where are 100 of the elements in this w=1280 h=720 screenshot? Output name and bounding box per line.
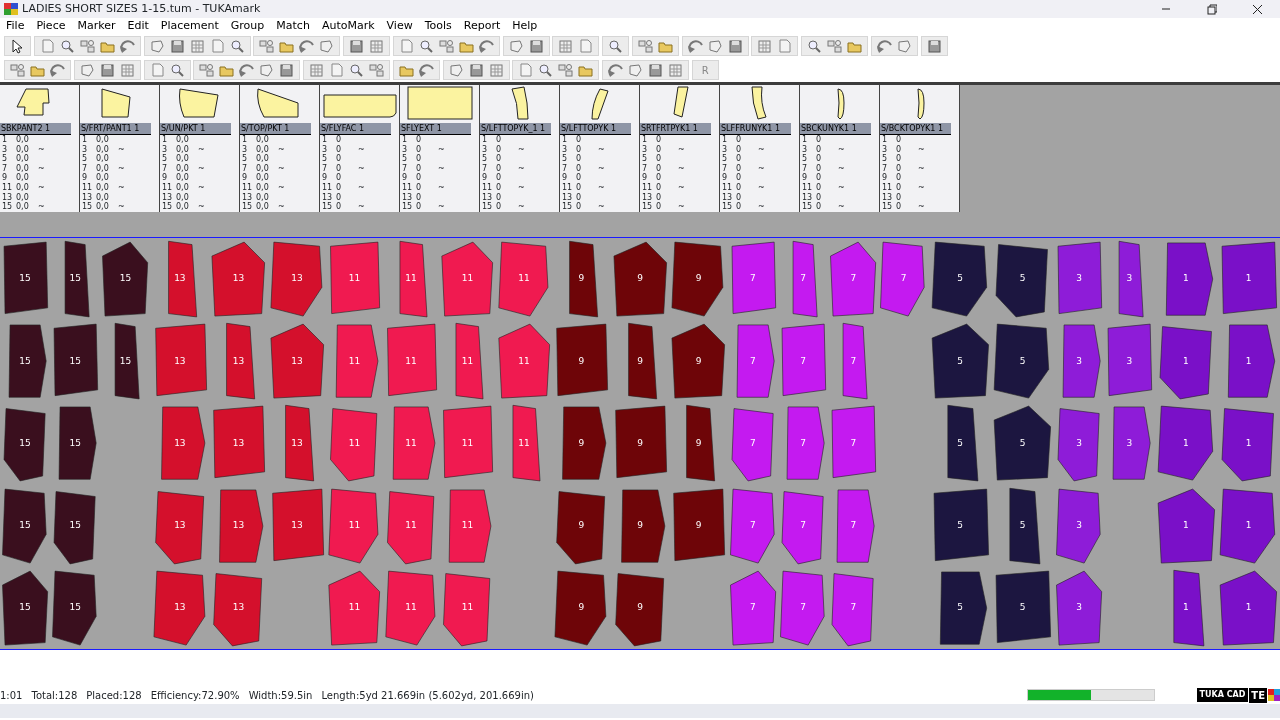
pattern-piece[interactable] <box>3 408 46 482</box>
pattern-piece[interactable] <box>160 407 205 480</box>
pattern-piece[interactable] <box>1159 326 1212 400</box>
pattern-piece[interactable] <box>153 570 205 646</box>
menu-item[interactable]: Group <box>224 18 271 34</box>
pattern-piece[interactable] <box>830 241 877 317</box>
pattern-piece[interactable] <box>270 241 322 317</box>
pattern-piece[interactable] <box>836 489 875 563</box>
pattern-piece[interactable] <box>3 241 48 314</box>
pattern-piece[interactable] <box>781 490 824 564</box>
pattern-piece[interactable] <box>52 570 97 646</box>
pattern-piece[interactable] <box>498 324 550 399</box>
menu-item[interactable]: File <box>0 18 31 34</box>
pattern-piece[interactable] <box>285 405 314 482</box>
pattern-piece[interactable] <box>392 407 435 480</box>
pattern-piece[interactable] <box>2 488 47 563</box>
pattern-piece[interactable] <box>1157 488 1215 563</box>
pattern-piece[interactable] <box>615 406 667 479</box>
pattern-piece[interactable] <box>1056 570 1103 646</box>
pattern-piece[interactable] <box>786 407 825 480</box>
pattern-piece[interactable] <box>449 489 492 563</box>
pattern-piece[interactable] <box>1221 241 1278 314</box>
pattern-piece[interactable] <box>673 488 726 561</box>
pattern-piece[interactable] <box>336 324 379 398</box>
pattern-piece[interactable] <box>731 241 776 314</box>
pattern-piece[interactable] <box>1113 407 1151 480</box>
pattern-piece[interactable] <box>931 324 989 399</box>
pattern-piece[interactable] <box>386 324 437 397</box>
pattern-piece[interactable] <box>620 489 665 563</box>
pattern-piece[interactable] <box>399 241 428 318</box>
pattern-piece[interactable] <box>1057 241 1103 314</box>
pattern-piece[interactable] <box>330 408 378 482</box>
pattern-piece[interactable] <box>628 323 657 400</box>
pattern-piece[interactable] <box>155 324 207 397</box>
pattern-piece[interactable] <box>1057 408 1100 482</box>
pattern-piece[interactable] <box>1165 242 1213 316</box>
pattern-piece[interactable] <box>731 408 774 482</box>
menu-item[interactable]: Edit <box>121 18 155 34</box>
pattern-piece[interactable] <box>686 405 716 482</box>
pattern-piece[interactable] <box>792 241 818 318</box>
menu-item[interactable]: Help <box>506 18 544 34</box>
menu-item[interactable]: AutoMark <box>315 18 381 34</box>
pattern-piece[interactable] <box>1221 408 1274 482</box>
pattern-piece[interactable] <box>671 241 724 317</box>
pattern-piece[interactable] <box>213 573 263 646</box>
pattern-piece[interactable] <box>498 241 548 317</box>
pattern-piece[interactable] <box>167 241 197 318</box>
pattern-piece[interactable] <box>1119 241 1144 318</box>
pattern-piece[interactable] <box>213 406 266 479</box>
menu-item[interactable]: Piece <box>30 18 72 34</box>
pattern-piece[interactable] <box>441 241 494 317</box>
menu-item[interactable]: Tools <box>418 18 458 34</box>
pattern-piece[interactable] <box>736 324 775 398</box>
pattern-piece[interactable] <box>155 490 204 564</box>
pattern-piece[interactable] <box>996 570 1052 643</box>
pattern-piece[interactable] <box>328 570 381 646</box>
pattern-piece[interactable] <box>939 571 987 645</box>
pattern-piece[interactable] <box>562 407 607 480</box>
pattern-piece[interactable] <box>994 406 1052 481</box>
pattern-piece[interactable] <box>58 407 97 480</box>
pattern-piece[interactable] <box>730 488 775 563</box>
pattern-piece[interactable] <box>569 241 599 318</box>
pattern-piece[interactable] <box>1228 324 1276 398</box>
pattern-piece[interactable] <box>102 241 149 317</box>
pattern-piece[interactable] <box>1173 569 1204 646</box>
pattern-piece[interactable] <box>996 244 1049 318</box>
pattern-piece[interactable] <box>64 241 90 318</box>
pattern-piece[interactable] <box>328 488 379 563</box>
pattern-piece[interactable] <box>831 406 877 479</box>
pattern-piece[interactable] <box>933 488 989 561</box>
pattern-piece[interactable] <box>843 323 868 400</box>
pattern-piece[interactable] <box>1220 570 1278 646</box>
pattern-piece[interactable] <box>1157 406 1213 481</box>
pattern-piece[interactable] <box>53 324 99 397</box>
pattern-piece[interactable] <box>1108 324 1153 397</box>
menu-item[interactable]: View <box>380 18 419 34</box>
pattern-piece[interactable] <box>115 323 140 400</box>
pattern-piece[interactable] <box>931 241 987 317</box>
menu-item[interactable]: Placement <box>154 18 225 34</box>
pattern-piece[interactable] <box>1009 487 1041 564</box>
pattern-piece[interactable] <box>556 324 609 397</box>
pattern-piece[interactable] <box>1056 488 1101 563</box>
pattern-piece[interactable] <box>831 573 874 646</box>
pattern-piece[interactable] <box>671 324 726 399</box>
pattern-piece[interactable] <box>615 573 664 646</box>
pattern-piece[interactable] <box>1220 488 1276 563</box>
menu-item[interactable]: Marker <box>71 18 122 34</box>
pattern-piece[interactable] <box>556 490 606 564</box>
pattern-piece[interactable] <box>947 405 978 482</box>
pattern-piece[interactable] <box>443 573 491 646</box>
pattern-piece[interactable] <box>385 570 435 646</box>
menu-item[interactable]: Report <box>457 18 507 34</box>
pattern-piece[interactable] <box>270 324 324 399</box>
pattern-piece[interactable] <box>2 570 48 646</box>
pattern-piece[interactable] <box>455 323 484 400</box>
pattern-piece[interactable] <box>512 405 541 482</box>
pattern-piece[interactable] <box>272 488 324 561</box>
pattern-piece[interactable] <box>730 570 776 646</box>
pattern-piece[interactable] <box>780 570 825 646</box>
pattern-piece[interactable] <box>8 324 47 398</box>
